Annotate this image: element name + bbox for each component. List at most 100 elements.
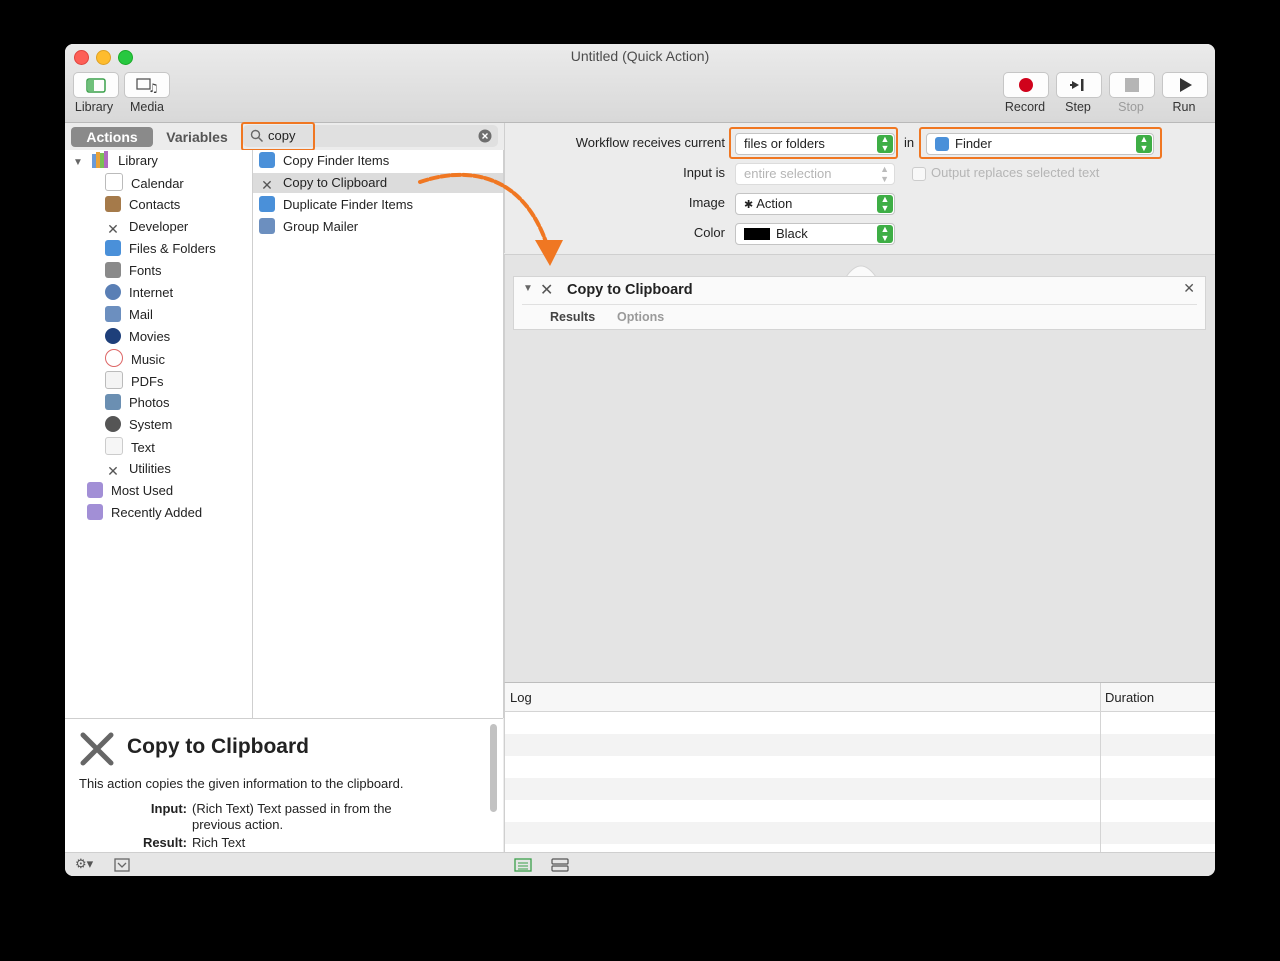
workflow-settings: Workflow receives current files or folde…: [504, 123, 1215, 253]
gear-menu-icon[interactable]: ⚙▾: [75, 856, 93, 872]
pdf-icon: [105, 371, 123, 389]
photos-icon: [105, 394, 121, 410]
duration-column-header[interactable]: Duration: [1105, 690, 1154, 705]
movies-icon: [105, 328, 121, 344]
step-button[interactable]: [1056, 72, 1102, 98]
library-item[interactable]: Photos: [105, 393, 169, 413]
finder-icon: [259, 152, 275, 168]
variables-view-icon[interactable]: [551, 858, 569, 872]
stop-button[interactable]: [1109, 72, 1155, 98]
popup-arrows-icon: ▲ ▼: [877, 195, 893, 213]
tab-options[interactable]: Options: [617, 310, 664, 324]
library-item[interactable]: Contacts: [105, 195, 180, 215]
library-item[interactable]: Internet: [105, 283, 173, 303]
automator-window: Untitled (Quick Action) Library ♫ Media …: [65, 44, 1215, 876]
bottom-bar: ⚙▾: [65, 852, 1215, 876]
run-icon: [1180, 78, 1192, 92]
titlebar: Untitled (Quick Action) Library ♫ Media …: [65, 44, 1215, 123]
svg-text:♫: ♫: [148, 81, 158, 93]
run-button[interactable]: [1162, 72, 1208, 98]
input-is-label: Input is: [683, 165, 725, 180]
finder-icon: [105, 240, 121, 256]
utilities-icon: ✕: [540, 282, 554, 299]
actions-list-pane: Copy Finder Items ✕ Copy to Clipboard Dup…: [253, 150, 504, 718]
workflow-canvas[interactable]: ▼ ✕ Copy to Clipboard ✕ Results Options: [504, 254, 1215, 683]
finder-icon: [259, 196, 275, 212]
workflow-receives-label: Workflow receives current: [575, 135, 725, 150]
log-table: Log Duration: [504, 682, 1215, 853]
color-swatch: [744, 228, 770, 240]
library-icon: [86, 77, 106, 93]
search-highlight-box: [241, 122, 315, 151]
library-item[interactable]: System: [105, 415, 172, 435]
action-card-title: Copy to Clipboard: [567, 282, 693, 298]
input-label: Input:: [150, 801, 187, 816]
utilities-icon: ✕: [261, 177, 273, 193]
input-is-popup[interactable]: entire selection ▲ ▼: [735, 163, 895, 185]
in-label: in: [904, 135, 915, 150]
input-text-line-1: (Rich Text) Text passed in from the: [192, 801, 392, 816]
action-item[interactable]: Group Mailer: [259, 217, 358, 237]
system-icon: [105, 416, 121, 432]
library-item[interactable]: ✕ Utilities: [105, 459, 171, 479]
utilities-large-icon: [80, 732, 114, 766]
library-item[interactable]: Calendar: [105, 173, 184, 193]
step-icon: [1070, 79, 1084, 91]
input-text-line-2: previous action.: [192, 817, 284, 832]
library-item[interactable]: Movies: [105, 327, 170, 347]
library-item[interactable]: Text: [105, 437, 155, 457]
action-item[interactable]: Copy Finder Items: [259, 151, 389, 171]
library-books-icon: [91, 151, 108, 168]
stop-icon: [1125, 78, 1139, 92]
library-root-label: Library: [118, 153, 158, 168]
record-button[interactable]: [1003, 72, 1049, 98]
color-popup[interactable]: Black ▲ ▼: [735, 223, 895, 245]
media-icon: ♫: [136, 78, 158, 93]
library-item[interactable]: ✕ Developer: [105, 217, 188, 237]
library-item[interactable]: Mail: [105, 305, 153, 325]
collapse-triangle-icon[interactable]: ▼: [523, 283, 533, 294]
library-toggle-button[interactable]: [73, 72, 119, 98]
description-scrollbar[interactable]: [490, 724, 497, 812]
gear-icon: ✱: [744, 199, 754, 211]
tab-actions[interactable]: Actions: [71, 127, 153, 147]
description-toggle-icon[interactable]: [114, 858, 130, 872]
output-replaces-checkbox[interactable]: [912, 167, 926, 181]
color-label: Color: [693, 225, 725, 240]
library-item[interactable]: PDFs: [105, 371, 164, 391]
output-replaces-label: Output replaces selected text: [931, 165, 1100, 180]
tab-variables[interactable]: Variables: [157, 127, 237, 147]
tab-results[interactable]: Results: [550, 310, 595, 324]
disclosure-triangle-icon[interactable]: ▼: [73, 157, 83, 168]
media-label: Media: [129, 100, 165, 114]
application-highlight-box: [919, 127, 1162, 159]
music-icon: [105, 349, 123, 367]
developer-tools-icon: ✕: [107, 221, 119, 237]
media-button[interactable]: ♫: [124, 72, 170, 98]
action-item-selected[interactable]: ✕ Copy to Clipboard: [253, 173, 503, 193]
log-column-header[interactable]: Log: [510, 690, 532, 705]
log-view-icon[interactable]: [514, 858, 532, 872]
image-label: Image: [688, 195, 725, 210]
smart-folder-icon: [87, 482, 103, 498]
result-label: Result:: [142, 835, 187, 850]
image-popup[interactable]: ✱ Action ▲ ▼: [735, 193, 895, 215]
smart-group-item[interactable]: Recently Added: [87, 503, 202, 523]
library-item[interactable]: Fonts: [105, 261, 162, 281]
popup-arrows-icon: ▲ ▼: [880, 164, 889, 184]
internet-globe-icon: [105, 284, 121, 300]
library-root[interactable]: ▼ Library: [73, 151, 158, 171]
result-text: Rich Text: [192, 835, 246, 850]
popup-arrows-icon: ▲ ▼: [877, 225, 893, 243]
smart-folder-icon: [87, 504, 103, 520]
action-card[interactable]: ▼ ✕ Copy to Clipboard ✕ Results Options: [513, 276, 1206, 330]
library-item[interactable]: Files & Folders: [105, 239, 216, 259]
fonts-icon: [105, 262, 121, 278]
smart-group-item[interactable]: Most Used: [87, 481, 173, 501]
receives-highlight-box: [729, 127, 898, 159]
calendar-icon: [105, 173, 123, 191]
clear-search-icon[interactable]: [478, 129, 492, 143]
action-item[interactable]: Duplicate Finder Items: [259, 195, 413, 215]
library-item[interactable]: Music: [105, 349, 165, 369]
close-action-icon[interactable]: ✕: [1183, 280, 1195, 297]
